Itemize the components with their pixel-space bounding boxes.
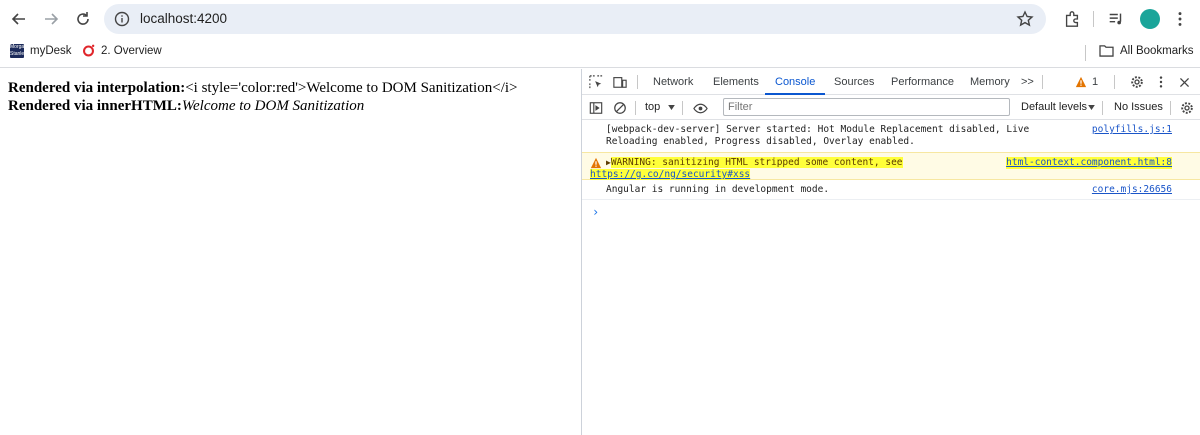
console-sidebar-button[interactable] <box>588 100 604 116</box>
tab-console[interactable]: Console <box>775 76 815 88</box>
device-toolbar-button[interactable] <box>612 74 628 90</box>
active-tab-indicator <box>765 93 825 95</box>
tabbar-divider <box>1114 75 1115 89</box>
toolbar-divider <box>1102 101 1103 115</box>
url-text[interactable]: localhost:4200 <box>140 11 227 26</box>
close-icon <box>1179 77 1189 87</box>
toolbar-divider <box>1170 101 1171 115</box>
dropdown-arrow-icon[interactable] <box>668 105 675 110</box>
log-levels-dropdown[interactable]: Default levels <box>1021 101 1087 113</box>
browser-toolbar: localhost:4200 <box>0 0 1200 38</box>
bookmarks-bar: Morgan Stanley myDesk 2. Overview All Bo… <box>0 38 1200 68</box>
media-control-button[interactable] <box>1106 9 1126 29</box>
devtools-close-button[interactable] <box>1176 74 1192 90</box>
bookmark-label: 2. Overview <box>101 44 162 57</box>
interpolation-line: Rendered via interpolation:<i style='col… <box>8 79 573 97</box>
console-filter-input[interactable] <box>723 98 1010 116</box>
back-button[interactable] <box>8 8 30 30</box>
devtools-panel: Network Elements Console Sources Perform… <box>581 69 1200 435</box>
bookmark-mydesk[interactable]: Morgan Stanley myDesk <box>10 44 72 58</box>
innerhtml-label: Rendered via innerHTML: <box>8 98 182 114</box>
block-icon <box>614 102 626 114</box>
reload-icon <box>77 12 89 25</box>
security-doc-link[interactable]: https://g.co/ng/security#xss <box>590 169 751 180</box>
toolbar-divider <box>682 101 683 115</box>
all-bookmarks-button[interactable]: All Bookmarks <box>1099 44 1194 57</box>
page-content: Rendered via interpolation:<i style='col… <box>0 69 581 435</box>
eye-icon <box>692 103 708 113</box>
console-message: Angular is running in development mode. … <box>582 180 1200 200</box>
bookmark-overview[interactable]: 2. Overview <box>82 44 162 57</box>
interpolation-value: <i style='color:red'>Welcome to DOM Sani… <box>185 80 518 96</box>
address-bar[interactable]: localhost:4200 <box>104 4 1046 34</box>
message-text: WARNING: sanitizing HTML stripped some c… <box>610 157 903 168</box>
warning-icon <box>1075 76 1087 88</box>
tabbar-divider <box>1042 75 1043 89</box>
warning-count[interactable]: 1 <box>1092 76 1098 88</box>
bookmark-star-icon[interactable] <box>1016 10 1034 28</box>
morgan-stanley-favicon: Morgan Stanley <box>10 44 27 58</box>
puzzle-icon <box>1065 11 1079 27</box>
innerhtml-line: Rendered via innerHTML:Welcome to DOM Sa… <box>8 97 573 115</box>
arrow-right-icon <box>45 13 59 25</box>
arrow-left-icon <box>11 13 25 25</box>
context-selector[interactable]: top <box>645 101 660 113</box>
console-message: [webpack-dev-server] Server started: Hot… <box>582 120 1200 153</box>
folder-icon <box>1099 45 1114 57</box>
innerhtml-value: Welcome to DOM Sanitization <box>181 98 365 114</box>
reload-button[interactable] <box>72 8 94 30</box>
tab-network[interactable]: Network <box>653 76 693 88</box>
dropdown-arrow-icon[interactable] <box>1088 105 1095 110</box>
tab-memory[interactable]: Memory <box>970 76 1010 88</box>
devtools-settings-button[interactable] <box>1129 74 1145 90</box>
console-toolbar: top Default levels No Issues <box>582 96 1200 120</box>
console-messages: [webpack-dev-server] Server started: Hot… <box>582 120 1200 200</box>
devtools-tabbar: Network Elements Console Sources Perform… <box>582 69 1200 95</box>
message-source-link[interactable]: core.mjs:26656 <box>1092 184 1172 196</box>
bookmark-label: myDesk <box>30 45 72 57</box>
warnings-indicator[interactable] <box>1073 74 1089 90</box>
info-icon[interactable] <box>114 11 130 27</box>
all-bookmarks-label: All Bookmarks <box>1120 44 1194 57</box>
extensions-button[interactable] <box>1062 9 1082 29</box>
toolbar-divider <box>635 101 636 115</box>
forward-button[interactable] <box>40 8 62 30</box>
issues-button[interactable]: No Issues <box>1114 101 1163 113</box>
profile-avatar[interactable] <box>1140 9 1160 29</box>
queue-music-icon <box>1109 13 1122 25</box>
bookmarks-divider <box>1085 45 1086 61</box>
console-settings-button[interactable] <box>1179 100 1195 116</box>
console-prompt[interactable]: › <box>592 205 599 219</box>
gear-icon <box>1181 102 1193 114</box>
kebab-menu-icon <box>1159 76 1163 88</box>
tab-performance[interactable]: Performance <box>891 76 954 88</box>
device-icon <box>613 77 627 88</box>
more-tabs-button[interactable]: >> <box>1021 76 1034 88</box>
interpolation-label: Rendered via interpolation: <box>8 80 186 96</box>
chrome-menu-button[interactable] <box>1170 9 1190 29</box>
tab-elements[interactable]: Elements <box>713 76 759 88</box>
clear-console-button[interactable] <box>612 100 628 116</box>
tabbar-divider <box>637 75 638 89</box>
sidebar-toggle-icon <box>589 102 603 114</box>
warning-icon <box>590 157 602 169</box>
message-source-link[interactable]: polyfills.js:1 <box>1092 124 1172 136</box>
message-source-link[interactable]: html-context.component.html:8 <box>1006 157 1172 169</box>
inspect-element-button[interactable] <box>588 74 604 90</box>
oracle-o-icon <box>83 44 95 57</box>
gear-icon <box>1131 76 1143 88</box>
message-text: Reloading enabled, Progress disabled, Ov… <box>606 136 915 147</box>
console-warning-message: ▶WARNING: sanitizing HTML stripped some … <box>582 152 1200 180</box>
inspect-icon <box>589 75 603 89</box>
kebab-menu-icon <box>1178 12 1182 26</box>
tab-sources[interactable]: Sources <box>834 76 874 88</box>
live-expression-button[interactable] <box>692 100 708 116</box>
devtools-menu-button[interactable] <box>1153 74 1169 90</box>
toolbar-divider <box>1093 11 1094 27</box>
